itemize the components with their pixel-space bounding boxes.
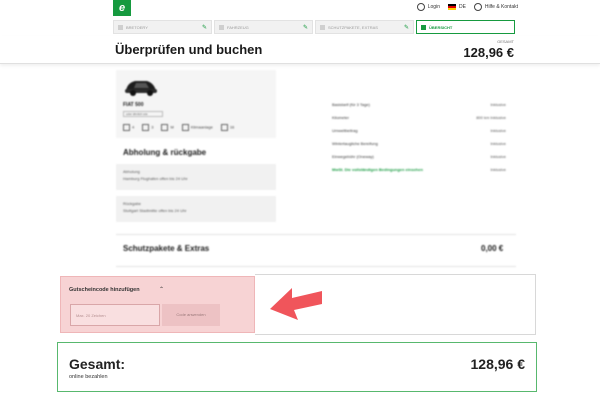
price-row: Basistarif (für 3 Tage) Inklusive: [332, 102, 506, 115]
car-feature: 3: [142, 124, 153, 131]
pickup-label: Abholung: [123, 169, 140, 174]
return-value: Stuttgart Stadtmitte offen bis 24 Uhr: [123, 208, 187, 213]
check-icon: ✎: [201, 25, 207, 31]
price-row: Einwegebühr (Oneway) Inklusive: [332, 154, 506, 167]
price-label: Einwegebühr (Oneway): [332, 154, 374, 159]
help-link[interactable]: Hilfe & Kontakt: [473, 3, 518, 11]
step-icon: [421, 24, 426, 30]
pointer-arrow-icon: [270, 288, 322, 320]
price-value: 800 km Inklusive: [476, 115, 506, 120]
german-flag-icon: [447, 4, 456, 10]
car-name: FIAT 500: [123, 102, 144, 108]
login-link[interactable]: Login: [416, 3, 440, 11]
car-features: 4 3 M Klimaanlage 16: [123, 124, 234, 131]
step-4-active[interactable]: ÜBERSICHT: [416, 20, 515, 34]
help-label: Hilfe & Kontakt: [484, 4, 518, 10]
top-links: Login DE Hilfe & Kontakt: [416, 3, 518, 11]
top-bar: e Login DE Hilfe & Kontakt: [0, 0, 600, 18]
coupon-panel: Gutscheincode hinzufügen ⌃ Max. 20 Zeich…: [60, 276, 255, 333]
return-location: Rückgabe Stuttgart Stadtmitte offen bis …: [116, 196, 276, 222]
price-breakdown: Basistarif (für 3 Tage) Inklusive Kilome…: [332, 102, 506, 180]
price-row: Kilometer 800 km Inklusive: [332, 115, 506, 128]
car-feature: Klimaanlage: [182, 124, 213, 131]
grand-total-panel: Gesamt: online bezahlen 128,96 €: [57, 342, 537, 392]
step-icon: [118, 24, 123, 30]
divider: [116, 234, 516, 235]
price-label: Kilometer: [332, 115, 349, 120]
extras-amount: 0,00 €: [481, 244, 504, 253]
header-total-amount: 128,96 €: [463, 45, 514, 60]
price-value: Inklusive: [490, 128, 506, 133]
step-1[interactable]: BRETOERY ✎: [113, 20, 212, 34]
price-label: Wintertaugliche Bereifung: [332, 141, 378, 146]
car-feature: 4: [123, 124, 134, 131]
step-icon: [320, 24, 325, 30]
price-value: Inklusive: [490, 167, 506, 172]
car-image: [125, 81, 157, 96]
car-similar-chip: oder ähnlich wie: [123, 111, 163, 117]
price-label: Basistarif (für 3 Tage): [332, 102, 370, 107]
page-header: Überprüfen und buchen GESAMT 128,96 €: [0, 36, 600, 64]
page-title: Überprüfen und buchen: [115, 42, 263, 57]
pickup-return-title: Abholung & rückgabe: [123, 148, 207, 157]
coupon-code-input[interactable]: Max. 20 Zeichen: [70, 304, 160, 326]
language-selector[interactable]: DE: [447, 4, 466, 10]
booking-steps: BRETOERY ✎ FAHRZEUG ✎ SCHUTZPAKETE, EXTR…: [113, 20, 515, 34]
chevron-up-icon[interactable]: ⌃: [159, 286, 164, 293]
return-label: Rückgabe: [123, 201, 142, 206]
grand-total-subtitle: online bezahlen: [69, 374, 108, 380]
step-icon: [219, 24, 224, 30]
step-label: SCHUTZPAKETE, EXTRAS: [328, 24, 378, 30]
price-row: Umweltbeitrag Inklusive: [332, 128, 506, 141]
step-2[interactable]: FAHRZEUG ✎: [214, 20, 313, 34]
price-value: Inklusive: [490, 154, 506, 159]
login-label: Login: [427, 4, 440, 10]
step-label: FAHRZEUG: [227, 24, 249, 30]
check-icon: ✎: [302, 25, 308, 31]
car-feature: M: [161, 124, 173, 131]
price-row: MwSt. Die vollständigen Bedingungen eins…: [332, 167, 506, 180]
help-icon: [473, 3, 482, 11]
price-label: Umweltbeitrag: [332, 128, 358, 133]
step-3[interactable]: SCHUTZPAKETE, EXTRAS ✎: [315, 20, 414, 34]
divider: [116, 266, 516, 267]
step-label: ÜBERSICHT: [429, 24, 453, 30]
price-value: Inklusive: [490, 102, 506, 107]
pickup-location: Abholung Hamburg Flughafen offen bis 24 …: [116, 164, 276, 190]
pickup-value: Hamburg Flughafen offen bis 24 Uhr: [123, 176, 188, 181]
step-label: BRETOERY: [126, 24, 148, 30]
apply-code-button[interactable]: Code anwenden: [162, 304, 220, 326]
language-label: DE: [458, 4, 466, 10]
grand-total-title: Gesamt:: [69, 356, 126, 372]
price-row: Wintertaugliche Bereifung Inklusive: [332, 141, 506, 154]
coupon-title[interactable]: Gutscheincode hinzufügen: [69, 287, 140, 293]
extras-title: Schutzpakete & Extras: [123, 244, 210, 253]
check-icon: ✎: [403, 25, 409, 31]
enterprise-logo[interactable]: e: [113, 0, 131, 16]
header-total-label: GESAMT: [497, 39, 514, 44]
price-value: Inklusive: [490, 141, 506, 146]
user-icon: [416, 3, 425, 11]
terms-link[interactable]: MwSt. Die vollständigen Bedingungen eins…: [332, 167, 423, 180]
car-feature: 16: [221, 124, 234, 131]
grand-total-amount: 128,96 €: [470, 356, 526, 372]
